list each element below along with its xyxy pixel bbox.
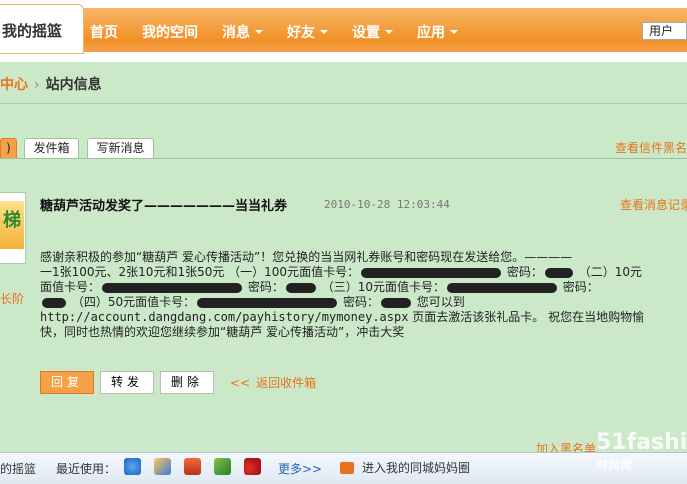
redaction-mark bbox=[380, 297, 411, 308]
logo-text: 我的摇篮 bbox=[2, 22, 63, 40]
body-line: 面值卡号： 密码： （三）10元面值卡号： 密码： bbox=[40, 280, 599, 294]
message-date: 2010-10-28 12:03:44 bbox=[324, 198, 450, 211]
main-nav: 首页 我的空间 消息 好友 设置 应用 bbox=[90, 14, 482, 50]
nav-home[interactable]: 首页 bbox=[90, 22, 118, 42]
redaction-mark bbox=[285, 282, 316, 293]
logo-tab[interactable]: 我的摇篮 bbox=[0, 4, 84, 54]
breadcrumb-current: 站内信息 bbox=[45, 77, 102, 93]
user-input[interactable]: 用户 bbox=[642, 22, 687, 40]
view-blacklist-link[interactable]: 查看信件黑名 bbox=[615, 139, 687, 156]
redaction-mark bbox=[102, 282, 243, 293]
redaction-mark bbox=[544, 267, 573, 278]
back-to-inbox-link[interactable]: << 返回收件箱 bbox=[230, 374, 316, 391]
message-body: 感谢亲积极的参加“糖葫芦 爱心传播活动”！您兑换的当当网礼券账号和密码现在发送给… bbox=[40, 250, 687, 340]
tab-inbox[interactable]: ) bbox=[0, 138, 17, 158]
message-actions: 回复 转发 删除 << 返回收件箱 bbox=[40, 371, 316, 394]
nav-messages[interactable]: 消息 bbox=[222, 22, 263, 42]
recent-used-label: 最近使用： bbox=[56, 462, 117, 476]
chevron-right-icon: › bbox=[34, 77, 40, 93]
breadcrumb-parent[interactable]: 中心 bbox=[0, 77, 28, 93]
reply-button[interactable]: 回复 bbox=[40, 371, 95, 394]
nav-settings[interactable]: 设置 bbox=[352, 22, 393, 42]
nav-apps[interactable]: 应用 bbox=[417, 22, 458, 42]
body-line: 快，同时也热情的欢迎您继续参加“糖葫芦 爱心传播活动”，冲击大奖 bbox=[40, 325, 405, 339]
leaf-icon[interactable] bbox=[214, 458, 231, 475]
body-line: http://account.dangdang.com/payhistory/m… bbox=[40, 310, 645, 324]
top-navigation-bar: 我的摇篮 首页 我的空间 消息 好友 设置 应用 用户 bbox=[0, 0, 687, 62]
forward-button[interactable]: 转发 bbox=[100, 371, 155, 394]
bottom-toolbar: 的摇篮 最近使用： 更多>> 进入我的同城妈妈圈 bbox=[0, 452, 687, 484]
toolbar-site-label[interactable]: 的摇篮 bbox=[0, 460, 36, 477]
chevron-down-icon bbox=[320, 30, 328, 34]
avatar[interactable]: 梯 bbox=[0, 192, 26, 264]
message-subject: 糖葫芦活动发奖了———————当当礼券 bbox=[40, 199, 288, 214]
redaction-mark bbox=[197, 297, 338, 308]
flag-icon bbox=[340, 461, 354, 474]
breadcrumb: 中心 › 站内信息 bbox=[0, 74, 102, 94]
nav-friends[interactable]: 好友 bbox=[287, 22, 328, 42]
cherry-icon[interactable] bbox=[244, 458, 261, 475]
body-line: （四）50元面值卡号： 密码： 您可以到 bbox=[40, 295, 687, 310]
sender-name[interactable]: 长阶 bbox=[0, 290, 24, 307]
tab-divider bbox=[0, 158, 687, 159]
photo-icon[interactable] bbox=[184, 458, 201, 475]
double-chevron-left-icon: << bbox=[230, 376, 251, 390]
divider bbox=[0, 103, 687, 104]
avatar-image: 梯 bbox=[0, 201, 24, 249]
chevron-down-icon bbox=[385, 30, 393, 34]
tab-compose[interactable]: 写新消息 bbox=[87, 138, 154, 158]
watermark: 51fashion 时尚网 bbox=[596, 430, 687, 473]
payhistory-link[interactable]: http://account.dangdang.com/payhistory/m… bbox=[40, 310, 408, 324]
body-line: 一1张100元、2张10元和1张50元 （一）100元面值卡号： 密码： （二）… bbox=[40, 265, 643, 279]
redaction-mark bbox=[42, 297, 66, 308]
body-line: 感谢亲积极的参加“糖葫芦 爱心传播活动”！您兑换的当当网礼券账号和密码现在发送给… bbox=[40, 250, 573, 264]
tab-outbox[interactable]: 发件箱 bbox=[24, 138, 79, 158]
people-icon[interactable] bbox=[154, 458, 171, 475]
globe-icon[interactable] bbox=[124, 458, 141, 475]
more-link[interactable]: 更多>> bbox=[278, 460, 322, 477]
chevron-down-icon bbox=[255, 30, 263, 34]
chevron-down-icon bbox=[450, 30, 458, 34]
enter-mom-circle-link[interactable]: 进入我的同城妈妈圈 bbox=[340, 459, 470, 476]
delete-button[interactable]: 删除 bbox=[160, 371, 215, 394]
nav-my-space[interactable]: 我的空间 bbox=[142, 22, 198, 42]
redaction-mark bbox=[361, 267, 502, 278]
redaction-mark bbox=[446, 282, 557, 293]
view-message-history-link[interactable]: 查看消息记录 bbox=[620, 196, 687, 213]
